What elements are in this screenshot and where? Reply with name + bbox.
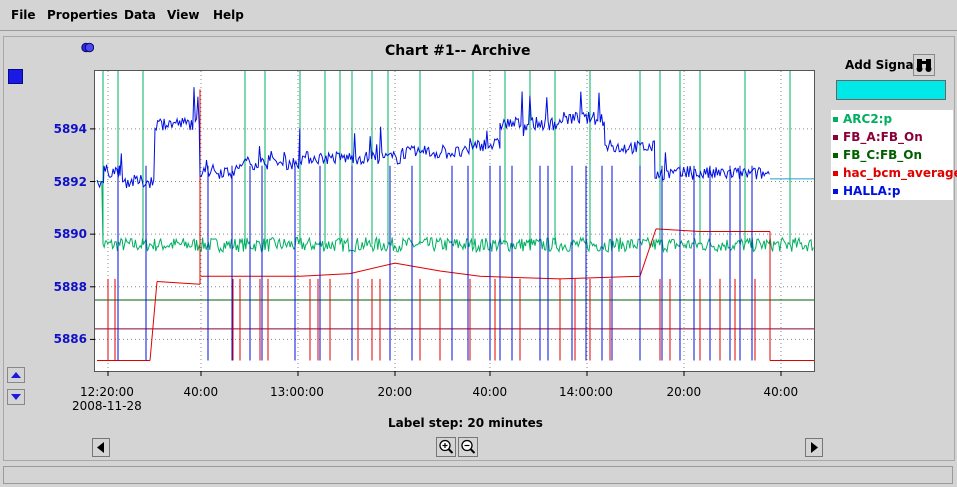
legend-swatch	[833, 171, 838, 176]
scroll-right-button[interactable]	[805, 438, 823, 457]
y-tick-label: 5894	[53, 121, 87, 136]
legend-swatch	[833, 189, 838, 194]
arrow-left-icon	[97, 442, 104, 453]
legend-label: ARC2:p	[843, 112, 893, 126]
y-tick-label: 5888	[53, 279, 87, 294]
plot-area[interactable]	[94, 70, 815, 372]
menu-file[interactable]: File	[11, 8, 36, 22]
add-signal-label: Add Signal	[845, 58, 918, 72]
scale-up-button[interactable]	[7, 367, 25, 383]
chart-title: Chart #1-- Archive	[385, 43, 531, 59]
legend-swatch	[833, 153, 838, 158]
zoom-out-icon	[461, 439, 476, 454]
legend-swatch	[833, 117, 838, 122]
legend-swatch	[833, 135, 838, 140]
x-tick-label: 14:00:00	[559, 385, 613, 399]
signal-input[interactable]	[836, 80, 946, 100]
arrow-right-icon	[811, 442, 818, 453]
menu-bar: File Properties Data View Help	[0, 0, 957, 31]
legend-item[interactable]: FB_A:FB_On	[833, 130, 923, 144]
legend: ARC2:p FB_A:FB_On FB_C:FB_On hac_bcm_averag…	[831, 110, 957, 200]
zoom-in-icon	[439, 439, 454, 454]
scale-down-button[interactable]	[7, 389, 25, 405]
arrow-up-icon	[11, 372, 21, 378]
blue-square-icon[interactable]	[8, 69, 23, 84]
zoom-out-button[interactable]	[458, 437, 478, 457]
legend-label: HALLA:p	[843, 184, 901, 198]
menu-help[interactable]: Help	[213, 8, 244, 22]
legend-item[interactable]: hac_bcm_average	[833, 166, 957, 180]
add-signal-button[interactable]	[913, 54, 935, 76]
legend-item[interactable]: HALLA:p	[833, 184, 901, 198]
x-tick-label: 13:00:00	[270, 385, 324, 399]
x-tick-label: 40:00	[763, 385, 799, 399]
zoom-in-button[interactable]	[436, 437, 456, 457]
x-tick-label: 20:00	[377, 385, 413, 399]
menu-properties[interactable]: Properties	[47, 8, 118, 22]
x-tick-label: 40:00	[472, 385, 508, 399]
y-tick-label: 5890	[53, 227, 87, 242]
x-tick-label: 40:00	[183, 385, 219, 399]
y-tick-label: 5892	[53, 174, 87, 189]
binoculars-icon	[916, 59, 932, 72]
legend-label: hac_bcm_average	[843, 166, 957, 180]
arrow-down-icon	[11, 394, 21, 400]
x-tick-label: 20:00	[666, 385, 702, 399]
x-tick-date: 2008-11-28	[72, 399, 142, 413]
y-tick-label: 5886	[53, 332, 87, 347]
menu-data[interactable]: Data	[124, 8, 156, 22]
status-bar	[3, 466, 953, 484]
scroll-left-button[interactable]	[92, 438, 110, 457]
x-tick-label: 12:20:00	[80, 385, 134, 399]
legend-label: FB_A:FB_On	[843, 130, 923, 144]
legend-item[interactable]: FB_C:FB_On	[833, 148, 922, 162]
menu-view[interactable]: View	[167, 8, 199, 22]
label-step: Label step: 20 minutes	[388, 416, 543, 430]
legend-item[interactable]: ARC2:p	[833, 112, 892, 126]
legend-label: FB_C:FB_On	[843, 148, 923, 162]
blue-dot-icon[interactable]	[81, 42, 94, 53]
